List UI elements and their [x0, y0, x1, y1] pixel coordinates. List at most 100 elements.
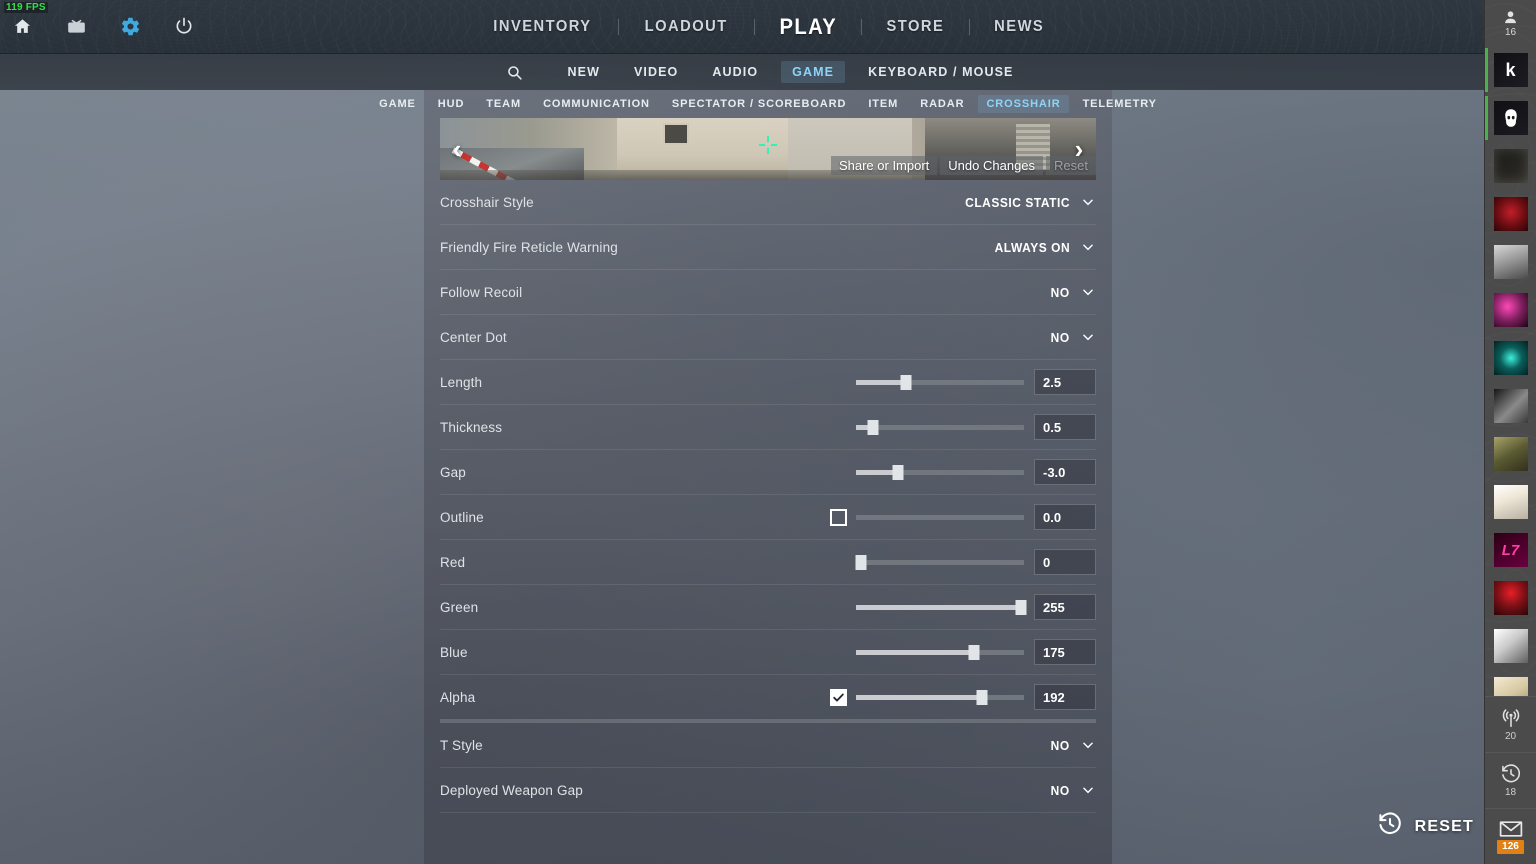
search-icon[interactable]	[506, 64, 523, 81]
red-value-input[interactable]: 0	[1034, 549, 1096, 575]
nav-item-news[interactable]: NEWS	[974, 18, 1065, 36]
friend-avatar-3[interactable]	[1485, 142, 1536, 190]
settings-tab-game[interactable]: GAME	[781, 61, 846, 83]
friends-count: 16	[1504, 26, 1517, 38]
preview-reset-button[interactable]: Reset	[1046, 156, 1096, 175]
nav-item-loadout[interactable]: LOADOUT	[625, 18, 749, 36]
friend-avatar-10[interactable]	[1485, 478, 1536, 526]
share-or-import-button[interactable]: Share or Import	[830, 156, 938, 175]
setting-row-blue[interactable]: Blue 175	[440, 630, 1096, 675]
friend-avatar-1[interactable]: k	[1485, 46, 1536, 94]
sub-tab-hud[interactable]: HUD	[430, 95, 473, 113]
alpha-value-input[interactable]: 192	[1034, 684, 1096, 710]
settings-row-list: Crosshair Style CLASSIC STATIC Friendly …	[424, 180, 1112, 813]
setting-row-friendly-fire-reticle-warning[interactable]: Friendly Fire Reticle Warning ALWAYS ON	[440, 225, 1096, 270]
setting-row-outline[interactable]: Outline 0.0	[440, 495, 1096, 540]
setting-row-green[interactable]: Green 255	[440, 585, 1096, 630]
friend-avatar-5[interactable]	[1485, 238, 1536, 286]
sidebar-bottom-actions: 20 18 126	[1485, 696, 1536, 864]
nav-separator	[861, 19, 863, 35]
settings-tab-new[interactable]: NEW	[557, 61, 611, 83]
setting-value: NO	[1050, 284, 1070, 300]
settings-tab-keyboard-mouse[interactable]: KEYBOARD / MOUSE	[857, 61, 1024, 83]
setting-row-crosshair-style[interactable]: Crosshair Style CLASSIC STATIC	[440, 180, 1096, 225]
sub-tab-communication[interactable]: COMMUNICATION	[535, 95, 658, 113]
settings-panel: GAME HUD TEAM COMMUNICATION SPECTATOR / …	[379, 90, 1156, 864]
undo-changes-button[interactable]: Undo Changes	[940, 156, 1044, 175]
setting-row-alpha[interactable]: Alpha 192	[440, 675, 1096, 723]
setting-value: NO	[1050, 329, 1070, 345]
avatar	[1493, 581, 1528, 615]
sub-tab-game[interactable]: GAME	[371, 95, 424, 113]
alpha-checkbox[interactable]	[830, 688, 847, 706]
sub-tab-telemetry[interactable]: TELEMETRY	[1075, 95, 1165, 113]
setting-row-center-dot[interactable]: Center Dot NO	[440, 315, 1096, 360]
sub-tab-radar[interactable]: RADAR	[912, 95, 972, 113]
thickness-slider[interactable]	[856, 419, 1024, 436]
mail-icon[interactable]: 126	[1485, 808, 1536, 864]
friend-avatar-6[interactable]	[1485, 286, 1536, 334]
red-slider[interactable]	[855, 554, 1024, 571]
chevron-down-icon[interactable]	[1080, 737, 1096, 753]
sub-tab-spectator-scoreboard[interactable]: SPECTATOR / SCOREBOARD	[664, 95, 854, 113]
gap-slider[interactable]	[856, 464, 1024, 481]
broadcast-count: 20	[1504, 731, 1517, 742]
setting-row-length[interactable]: Length 2.5	[440, 360, 1096, 405]
outline-slider[interactable]	[856, 509, 1024, 526]
chevron-down-icon[interactable]	[1080, 239, 1096, 255]
preview-prev-arrow-icon[interactable]: ‹	[442, 118, 472, 180]
gap-value-input[interactable]: -3.0	[1034, 459, 1096, 485]
friend-avatar-11[interactable]: L7	[1485, 526, 1536, 574]
nav-item-inventory[interactable]: INVENTORY	[473, 18, 612, 36]
chevron-down-icon[interactable]	[1080, 194, 1096, 210]
length-value-input[interactable]: 2.5	[1034, 369, 1096, 395]
sub-tab-team[interactable]: TEAM	[478, 95, 529, 113]
main-navigation: INVENTORY LOADOUT PLAY STORE NEWS	[0, 0, 1536, 53]
setting-row-deployed-weapon-gap[interactable]: Deployed Weapon Gap NO	[440, 768, 1096, 813]
thickness-value-input[interactable]: 0.5	[1034, 414, 1096, 440]
history-icon[interactable]: 18	[1485, 752, 1536, 808]
setting-label: Deployed Weapon Gap	[440, 782, 583, 798]
friend-avatar-7[interactable]	[1485, 334, 1536, 382]
friends-header[interactable]: 16	[1485, 0, 1536, 46]
history-count: 18	[1504, 787, 1517, 798]
friend-avatar-12[interactable]	[1485, 574, 1536, 622]
friend-avatar-4[interactable]	[1485, 190, 1536, 238]
settings-sub-tab-bar: GAME HUD TEAM COMMUNICATION SPECTATOR / …	[379, 90, 1156, 118]
friend-avatar-8[interactable]	[1485, 382, 1536, 430]
setting-label: Length	[440, 374, 483, 390]
settings-tab-audio[interactable]: AUDIO	[701, 61, 769, 83]
green-value-input[interactable]: 255	[1034, 594, 1096, 620]
setting-row-follow-recoil[interactable]: Follow Recoil NO	[440, 270, 1096, 315]
setting-row-gap[interactable]: Gap -3.0	[440, 450, 1096, 495]
blue-slider[interactable]	[856, 644, 1024, 661]
setting-row-red[interactable]: Red 0	[440, 540, 1096, 585]
chevron-down-icon[interactable]	[1080, 329, 1096, 345]
friend-avatar-2[interactable]	[1485, 94, 1536, 142]
green-slider[interactable]	[856, 599, 1027, 616]
friend-avatar-9[interactable]	[1485, 430, 1536, 478]
avatar	[1493, 485, 1528, 519]
reset-button[interactable]: RESET	[1377, 811, 1474, 842]
sub-tab-item[interactable]: ITEM	[860, 95, 906, 113]
settings-tab-video[interactable]: VIDEO	[623, 61, 689, 83]
setting-label: Follow Recoil	[440, 284, 523, 300]
broadcast-icon[interactable]: 20	[1485, 696, 1536, 752]
setting-label: Friendly Fire Reticle Warning	[440, 239, 618, 255]
length-slider[interactable]	[856, 374, 1024, 391]
chevron-down-icon[interactable]	[1080, 782, 1096, 798]
nav-item-store[interactable]: STORE	[867, 18, 965, 36]
friend-avatar-13[interactable]	[1485, 622, 1536, 670]
setting-row-t-style[interactable]: T Style NO	[440, 723, 1096, 768]
sub-tab-crosshair[interactable]: CROSSHAIR	[978, 95, 1069, 113]
nav-item-play[interactable]: PLAY	[759, 14, 857, 40]
alpha-slider[interactable]	[856, 689, 1024, 706]
blue-value-input[interactable]: 175	[1034, 639, 1096, 665]
nav-separator	[753, 19, 755, 35]
outline-value-input[interactable]: 0.0	[1034, 504, 1096, 530]
checkbox-placeholder	[830, 599, 847, 616]
chevron-down-icon[interactable]	[1080, 284, 1096, 300]
checkbox-placeholder	[830, 374, 847, 391]
setting-row-thickness[interactable]: Thickness 0.5	[440, 405, 1096, 450]
outline-checkbox[interactable]	[830, 508, 847, 526]
